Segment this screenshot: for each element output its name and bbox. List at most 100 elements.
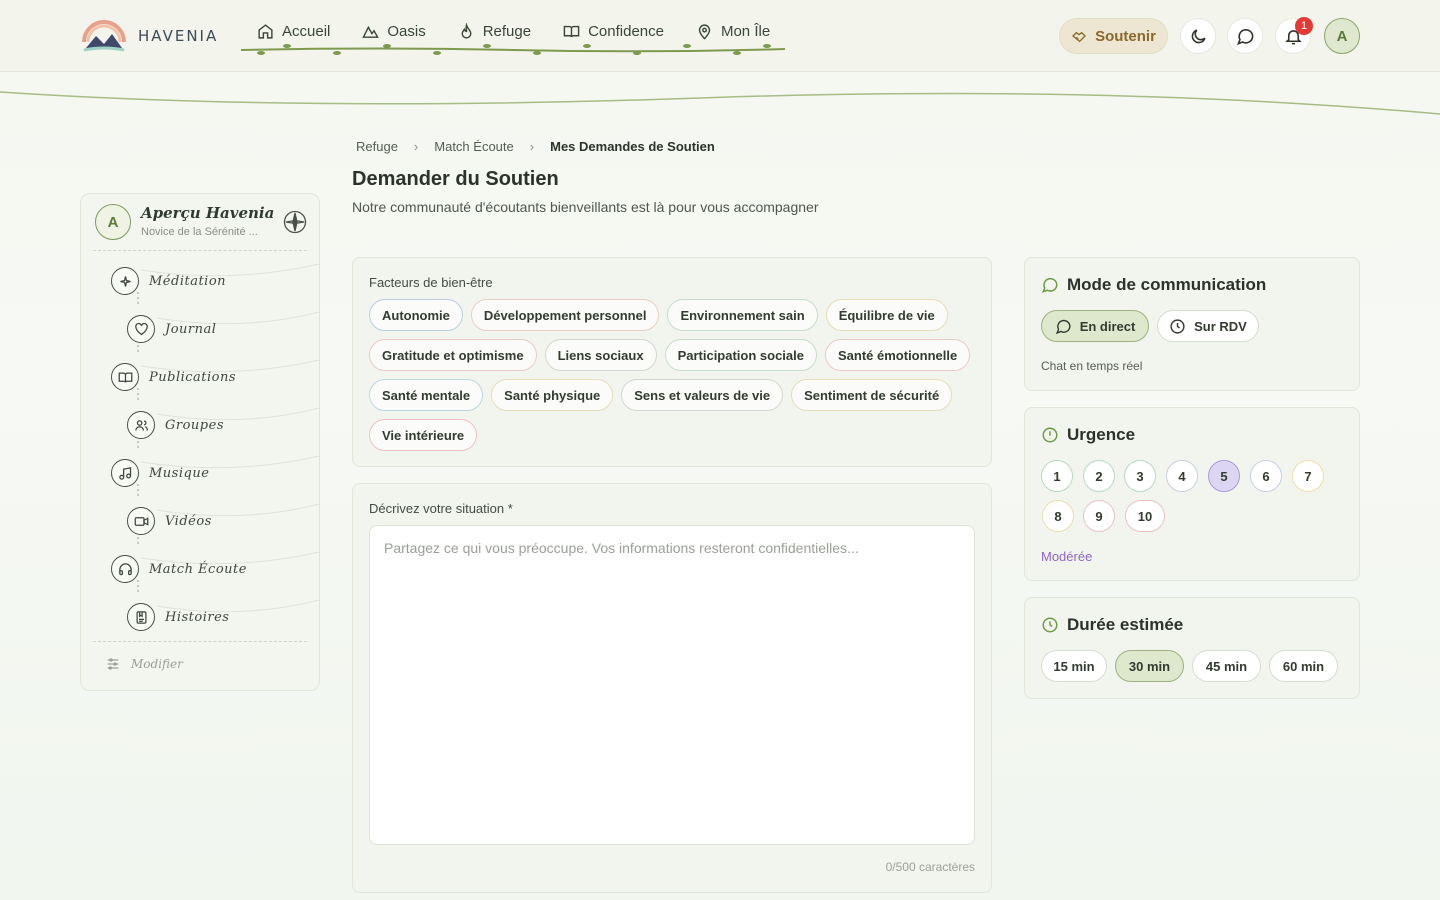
wellbeing-factors-card: Facteurs de bien-être Autonomie Développe… (352, 257, 992, 467)
mode-description: Chat en temps réel (1041, 359, 1143, 373)
communication-mode-card: Mode de communication En direct Sur RDV … (1024, 257, 1360, 391)
headphones-icon (111, 555, 139, 583)
moon-icon (1191, 28, 1206, 43)
sidebar-item-journal[interactable]: Journal (127, 314, 216, 344)
alert-circle-icon (1042, 427, 1058, 443)
sidebar-item-groupes[interactable]: Groupes (127, 410, 224, 440)
urgency-level-4[interactable]: 4 (1166, 460, 1198, 492)
nav-item-oasis[interactable]: Oasis (346, 18, 441, 44)
urgency-level-6[interactable]: 6 (1250, 460, 1282, 492)
music-icon (111, 459, 139, 487)
sidebar-avatar[interactable]: A (95, 204, 131, 240)
clock-icon (1042, 617, 1058, 633)
duration-card: Durée estimée 15 min 30 min 45 min 60 mi… (1024, 597, 1360, 699)
urgency-level-3[interactable]: 3 (1124, 460, 1156, 492)
urgency-level-7[interactable]: 7 (1292, 460, 1324, 492)
page-subtitle: Notre communauté d'écoutants bienveillan… (352, 199, 819, 215)
breadcrumb-refuge[interactable]: Refuge (356, 139, 398, 154)
app-logo[interactable]: HAVENIA (80, 16, 218, 56)
support-label: Soutenir (1095, 27, 1156, 45)
sidebar: A Aperçu Havenia Novice de la Sérénité .… (80, 193, 320, 691)
duration-option-60[interactable]: 60 min (1269, 650, 1338, 682)
nav-item-mon-ile[interactable]: Mon Île (680, 18, 786, 44)
sidebar-item-label: Musique (149, 465, 210, 481)
nav-label: Accueil (282, 22, 331, 40)
urgency-level-10[interactable]: 10 (1125, 500, 1165, 532)
factor-chip[interactable]: Sens et valeurs de vie (621, 379, 784, 411)
nav-label: Mon Île (720, 22, 771, 40)
duration-title: Durée estimée (1041, 615, 1183, 635)
breadcrumb-current: Mes Demandes de Soutien (550, 139, 715, 154)
sidebar-title: Aperçu Havenia (141, 204, 275, 222)
urgency-level-5[interactable]: 5 (1208, 460, 1240, 492)
chat-icon (1236, 28, 1253, 45)
factor-chip[interactable]: Santé mentale (369, 379, 484, 411)
sidebar-item-videos[interactable]: Vidéos (127, 506, 212, 536)
video-icon (127, 507, 155, 535)
factor-chip[interactable]: Autonomie (369, 299, 463, 331)
factor-chip[interactable]: Participation sociale (664, 339, 817, 371)
flame-icon (461, 22, 472, 39)
mode-title: Mode de communication (1041, 275, 1266, 295)
sidebar-item-label: Journal (165, 321, 217, 337)
sidebar-item-label: Groupes (165, 417, 224, 433)
mode-option-en-direct[interactable]: En direct (1041, 310, 1149, 342)
sidebar-divider (93, 641, 307, 642)
nav-item-refuge[interactable]: Refuge (442, 18, 547, 44)
user-avatar[interactable]: A (1324, 18, 1360, 54)
duration-option-30[interactable]: 30 min (1115, 650, 1184, 682)
sidebar-item-match-ecoute[interactable]: Match Écoute (111, 554, 247, 584)
factor-chip[interactable]: Liens sociaux (544, 339, 657, 371)
factor-chip[interactable]: Santé émotionnelle (825, 339, 971, 371)
compass-icon[interactable] (283, 210, 307, 234)
sidebar-modify-button[interactable]: Modifier (105, 656, 183, 672)
sidebar-header: A Aperçu Havenia Novice de la Sérénité .… (95, 204, 307, 250)
sidebar-item-histoires[interactable]: Histoires (127, 602, 229, 632)
support-button[interactable]: Soutenir (1059, 18, 1168, 54)
urgency-level-2[interactable]: 2 (1083, 460, 1115, 492)
sidebar-item-label: Publications (149, 369, 237, 385)
mountain-icon (362, 25, 380, 38)
factor-chip[interactable]: Santé physique (491, 379, 614, 411)
nav-item-confidence[interactable]: Confidence (547, 18, 680, 44)
page-title: Demander du Soutien (352, 168, 559, 190)
urgency-level-8[interactable]: 8 (1042, 500, 1074, 532)
factor-chip[interactable]: Développement personnel (470, 299, 660, 331)
situation-textarea[interactable] (369, 525, 975, 845)
home-icon (258, 23, 273, 39)
factor-chip[interactable]: Équilibre de vie (825, 299, 948, 331)
sidebar-subtitle: Novice de la Sérénité ... (141, 226, 258, 238)
top-bar: HAVENIA Accueil Oasis Refuge Confidence … (0, 0, 1440, 72)
book-bookmark-icon (127, 603, 155, 631)
nav-vine-decoration (241, 44, 785, 55)
sparkles-icon (111, 267, 139, 295)
header-wave-decoration (0, 91, 1440, 115)
breadcrumb: Refuge › Match Écoute › Mes Demandes de … (356, 139, 715, 154)
duration-option-15[interactable]: 15 min (1041, 650, 1107, 682)
urgency-title: Urgence (1041, 425, 1135, 445)
factors-label: Facteurs de bien-être (369, 275, 493, 290)
nav-item-accueil[interactable]: Accueil (241, 18, 346, 44)
clock-icon (1170, 318, 1185, 334)
factor-chip[interactable]: Gratitude et optimisme (369, 339, 537, 371)
breadcrumb-match-ecoute[interactable]: Match Écoute (434, 139, 514, 154)
logo-icon (82, 20, 126, 52)
sidebar-item-publications[interactable]: Publications (111, 362, 236, 392)
sidebar-item-meditation[interactable]: Méditation (111, 266, 226, 296)
mode-title-text: Mode de communication (1067, 275, 1267, 294)
factor-chip[interactable]: Environnement sain (667, 299, 818, 331)
theme-toggle-button[interactable] (1180, 18, 1216, 54)
character-counter: 0/500 caractères (885, 860, 975, 874)
factor-chip[interactable]: Sentiment de sécurité (791, 379, 953, 411)
notification-badge: 1 (1295, 17, 1313, 35)
urgency-level-1[interactable]: 1 (1041, 460, 1073, 492)
sidebar-item-musique[interactable]: Musique (111, 458, 209, 488)
messages-button[interactable] (1227, 18, 1263, 54)
duration-option-45[interactable]: 45 min (1192, 650, 1261, 682)
sidebar-divider (93, 250, 307, 251)
urgency-level-9[interactable]: 9 (1083, 500, 1115, 532)
mode-option-sur-rdv[interactable]: Sur RDV (1157, 310, 1259, 342)
notifications-button[interactable]: 1 (1275, 17, 1313, 54)
book-icon (563, 25, 580, 37)
factor-chip[interactable]: Vie intérieure (369, 419, 478, 451)
